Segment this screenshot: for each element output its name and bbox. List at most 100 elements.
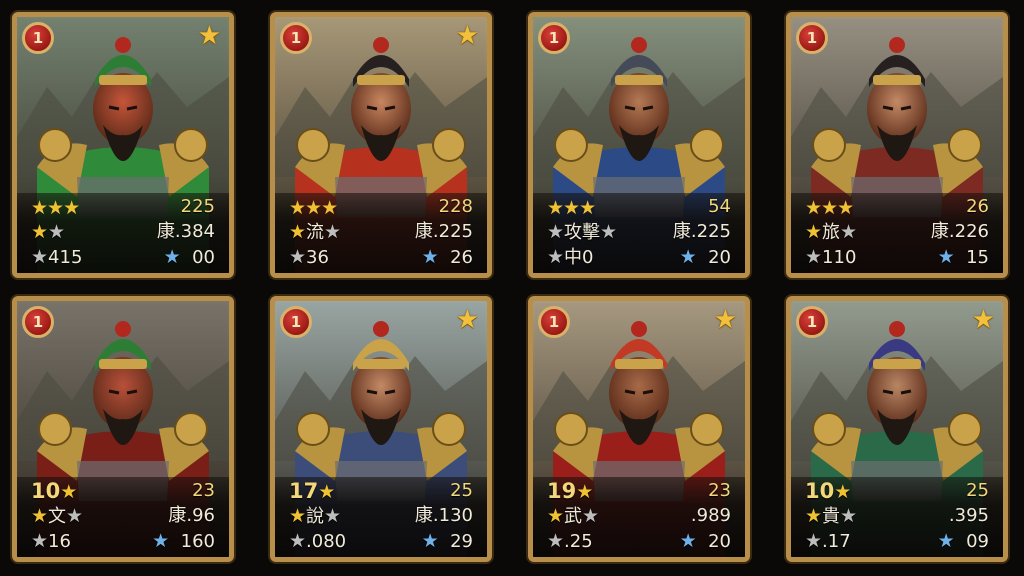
favorite-star-icon: ★ bbox=[971, 305, 995, 335]
hero-card[interactable]: 1 ★ ★★★ 228 ★流★ 康.225 ★36 ★ 26 bbox=[270, 12, 492, 278]
star-filled-icon: ★ bbox=[837, 197, 854, 219]
stat-row-secondary: ★攻擊★ 康.225 bbox=[533, 220, 745, 244]
rarity-stars: ★★★ bbox=[289, 195, 338, 219]
attribute-value: 康.130 bbox=[414, 505, 473, 526]
skill-label: ★文★ bbox=[31, 504, 83, 528]
star-filled-icon: ★ bbox=[31, 221, 49, 243]
grey-stat-value: 415 bbox=[48, 247, 83, 268]
skill-label: ★流★ bbox=[289, 220, 341, 244]
star-filled-icon: ★ bbox=[31, 505, 49, 527]
attribute-value: 康.225 bbox=[672, 221, 731, 242]
star-filled-icon: ★ bbox=[63, 197, 80, 219]
stat-row-secondary: ★說★ 康.130 bbox=[275, 504, 487, 528]
stat-row-secondary: ★武★ .989 bbox=[533, 504, 745, 528]
skill-name: 流 bbox=[306, 222, 325, 243]
stat-row-tertiary: ★.080 ★ 29 bbox=[275, 529, 487, 553]
grey-stat: ★415 bbox=[31, 245, 82, 269]
stat-row-power: ★★★ 228 bbox=[275, 195, 487, 219]
rarity-stars: ★★★ bbox=[31, 195, 80, 219]
power-value: 25 bbox=[450, 480, 473, 501]
star-filled-icon: ★ bbox=[289, 197, 306, 219]
hero-card[interactable]: 1 ★★★ 54 ★攻擊★ 康.225 ★中0 ★ 20 bbox=[528, 12, 750, 278]
skill-label: ★貴★ bbox=[805, 504, 857, 528]
stat-row-secondary: ★流★ 康.225 bbox=[275, 220, 487, 244]
star-empty-icon: ★ bbox=[324, 505, 342, 527]
blue-star-icon: ★ bbox=[679, 246, 697, 268]
blue-stat: ★ 15 bbox=[938, 245, 989, 269]
attribute-value: 康.384 bbox=[156, 221, 215, 242]
star-filled-icon: ★ bbox=[563, 197, 580, 219]
star-empty-icon: ★ bbox=[805, 246, 823, 268]
star-filled-icon: ★ bbox=[579, 197, 596, 219]
level-label: 10★ bbox=[805, 479, 851, 503]
blue-stat-value: 20 bbox=[708, 247, 731, 268]
stat-row-secondary: ★貴★ .395 bbox=[791, 504, 1003, 528]
stat-row-power: 10★ 23 bbox=[17, 479, 229, 503]
power-value: 26 bbox=[966, 196, 989, 217]
rank-badge: 1 bbox=[22, 306, 54, 338]
star-filled-icon: ★ bbox=[60, 481, 78, 503]
stat-row-tertiary: ★36 ★ 26 bbox=[275, 245, 487, 269]
stat-row-secondary: ★旅★ 康.226 bbox=[791, 220, 1003, 244]
stat-row-power: 10★ 25 bbox=[791, 479, 1003, 503]
star-filled-icon: ★ bbox=[318, 481, 336, 503]
grey-stat: ★.17 bbox=[805, 529, 851, 553]
star-filled-icon: ★ bbox=[805, 221, 823, 243]
stat-panel: ★★★ 26 ★旅★ 康.226 ★110 ★ 15 bbox=[791, 193, 1003, 273]
star-filled-icon: ★ bbox=[834, 481, 852, 503]
blue-stat: ★ 00 bbox=[164, 245, 215, 269]
power-value: 225 bbox=[180, 196, 215, 217]
skill-label: ★★ bbox=[31, 220, 65, 244]
rank-badge: 1 bbox=[538, 306, 570, 338]
blue-stat: ★ 26 bbox=[422, 245, 473, 269]
skill-label: ★旅★ bbox=[805, 220, 857, 244]
blue-star-icon: ★ bbox=[937, 530, 955, 552]
skill-name: 文 bbox=[48, 506, 67, 527]
hero-card[interactable]: 1 ★ 10★ 25 ★貴★ .395 ★.17 ★ 09 bbox=[786, 296, 1008, 562]
rank-badge: 1 bbox=[796, 306, 828, 338]
rank-badge: 1 bbox=[538, 22, 570, 54]
power-value: 23 bbox=[192, 480, 215, 501]
stat-row-power: 19★ 23 bbox=[533, 479, 745, 503]
star-empty-icon: ★ bbox=[840, 505, 858, 527]
level-label: 17★ bbox=[289, 479, 335, 503]
hero-card[interactable]: 1 10★ 23 ★文★ 康.96 ★16 ★ 160 bbox=[12, 296, 234, 562]
hero-card[interactable]: 1 ★ ★★★ 225 ★★ 康.384 ★415 ★ 00 bbox=[12, 12, 234, 278]
level-value: 19 bbox=[547, 479, 577, 503]
hero-card[interactable]: 1 ★★★ 26 ★旅★ 康.226 ★110 ★ 15 bbox=[786, 12, 1008, 278]
stat-row-tertiary: ★16 ★ 160 bbox=[17, 529, 229, 553]
hero-card[interactable]: 1 ★ 19★ 23 ★武★ .989 ★.25 ★ 20 bbox=[528, 296, 750, 562]
power-value: 23 bbox=[708, 480, 731, 501]
blue-stat-value: 26 bbox=[450, 247, 473, 268]
grey-stat-value: .17 bbox=[822, 531, 851, 552]
skill-label: ★說★ bbox=[289, 504, 341, 528]
attribute-value: .989 bbox=[690, 505, 731, 526]
blue-stat-value: 09 bbox=[966, 531, 989, 552]
rarity-stars: ★★★ bbox=[805, 195, 854, 219]
grey-stat-value: 110 bbox=[822, 247, 857, 268]
rank-badge: 1 bbox=[22, 22, 54, 54]
grey-stat: ★110 bbox=[805, 245, 856, 269]
attribute-value: .395 bbox=[948, 505, 989, 526]
grey-stat-value: 16 bbox=[48, 531, 71, 552]
power-value: 25 bbox=[966, 480, 989, 501]
blue-star-icon: ★ bbox=[421, 246, 439, 268]
blue-stat: ★ 160 bbox=[152, 529, 215, 553]
skill-name: 說 bbox=[306, 506, 325, 527]
blue-star-icon: ★ bbox=[152, 530, 170, 552]
stat-panel: 17★ 25 ★說★ 康.130 ★.080 ★ 29 bbox=[275, 477, 487, 557]
skill-label: ★攻擊★ bbox=[547, 220, 617, 244]
star-empty-icon: ★ bbox=[31, 530, 49, 552]
level-value: 10 bbox=[31, 479, 61, 503]
hero-card[interactable]: 1 ★ 17★ 25 ★說★ 康.130 ★.080 ★ 29 bbox=[270, 296, 492, 562]
blue-stat-value: 00 bbox=[192, 247, 215, 268]
stat-panel: ★★★ 225 ★★ 康.384 ★415 ★ 00 bbox=[17, 193, 229, 273]
star-empty-icon: ★ bbox=[289, 246, 307, 268]
star-empty-icon: ★ bbox=[805, 530, 823, 552]
star-empty-icon: ★ bbox=[547, 246, 565, 268]
star-empty-icon: ★ bbox=[840, 221, 858, 243]
